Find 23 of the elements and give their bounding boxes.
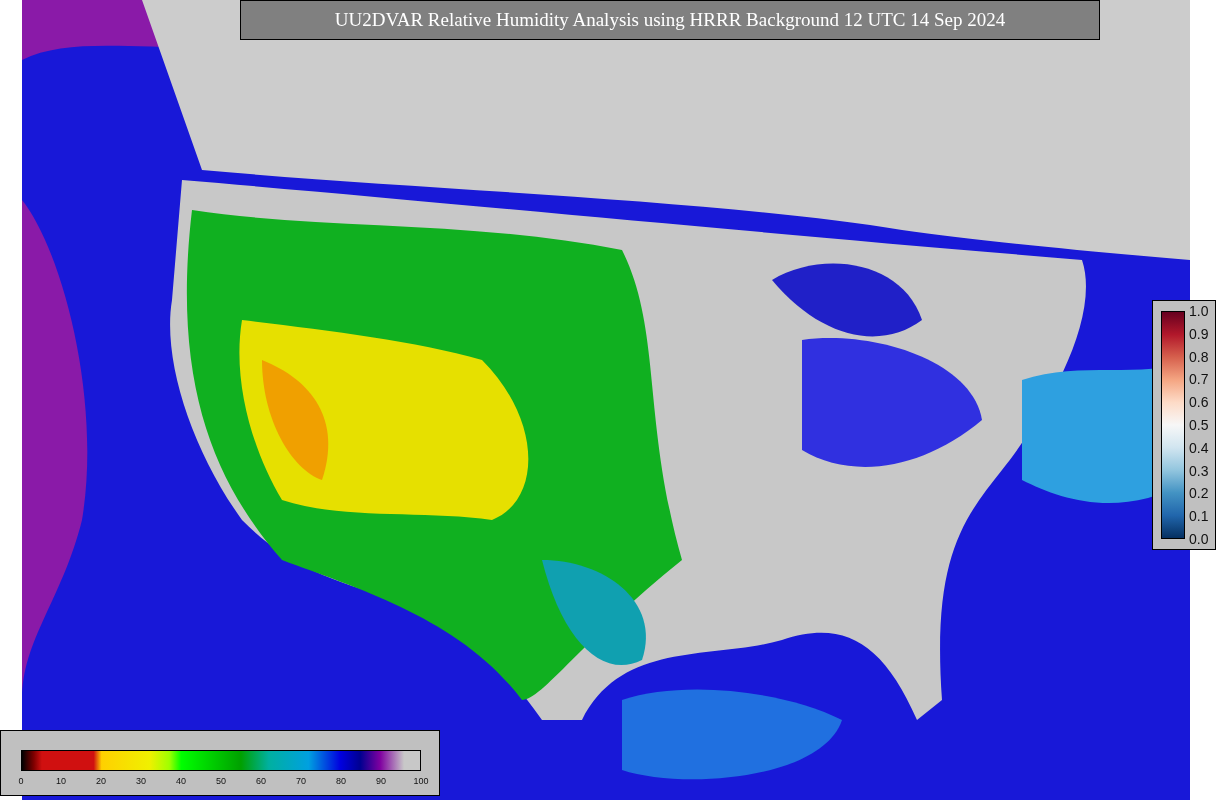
tick-label: 0.0 [1189, 530, 1209, 547]
tick-label: 30 [135, 775, 147, 788]
tick-label: 10 [55, 775, 67, 788]
tick-label: 0.2 [1189, 485, 1209, 502]
tick-label: 0.7 [1189, 371, 1209, 388]
tick-label: 0.8 [1189, 348, 1209, 365]
tick-label: 50 [215, 775, 227, 788]
tick-label: 0.4 [1189, 439, 1209, 456]
tick-label: 0.6 [1189, 394, 1209, 411]
tick-label: 0.3 [1189, 462, 1209, 479]
tick-label: 60 [255, 775, 267, 788]
tick-label: 0.1 [1189, 508, 1209, 525]
tick-label: 1.0 [1189, 303, 1209, 319]
tick-label: 0.9 [1189, 325, 1209, 342]
tick-label: 80 [335, 775, 347, 788]
tick-label: 100 [412, 775, 430, 788]
tick-label: 90 [375, 775, 387, 788]
tick-label: 40 [175, 775, 187, 788]
chart-title: UU2DVAR Relative Humidity Analysis using HRRR Background 12 UTC 14 Sep 2024 [240, 0, 1100, 40]
tick-label: 70 [295, 775, 307, 788]
tick-label: 0.5 [1189, 417, 1209, 433]
tick-label: 20 [95, 775, 107, 788]
tick-label: 0 [17, 775, 25, 788]
